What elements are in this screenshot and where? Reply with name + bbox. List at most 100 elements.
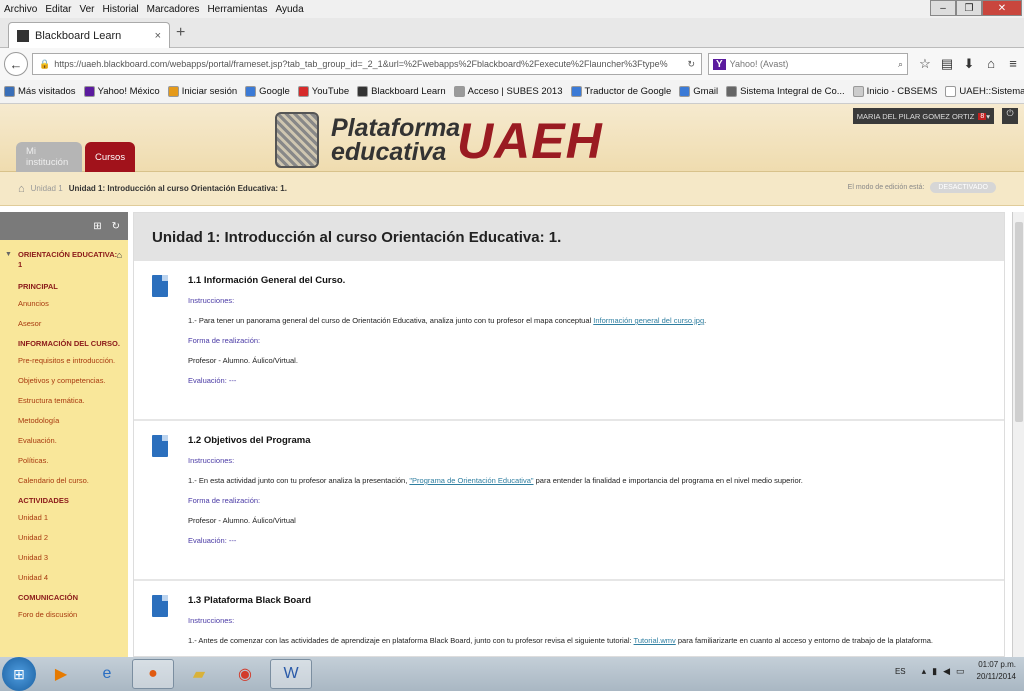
bookmark-favicon-icon bbox=[167, 86, 179, 97]
back-button[interactable]: ← bbox=[4, 52, 28, 76]
tray-arrow-icon[interactable]: ▴ bbox=[922, 666, 927, 677]
menu-ayuda[interactable]: Ayuda bbox=[275, 4, 303, 15]
bookmarks-bar: Más visitados Yahoo! México Iniciar sesión… bbox=[0, 80, 1024, 104]
bookmark-item[interactable]: UAEH::Sistema Institu... bbox=[945, 86, 1024, 97]
download-icon[interactable]: ⬇ bbox=[958, 56, 980, 72]
address-bar[interactable]: 🔒 https://uaeh.blackboard.com/webapps/po… bbox=[32, 53, 702, 75]
bookmark-item[interactable]: Acceso | SUBES 2013 bbox=[453, 86, 563, 97]
sidebar-item[interactable]: Unidad 2 bbox=[0, 533, 128, 543]
maximize-button[interactable]: ❐ bbox=[956, 0, 982, 16]
minimize-button[interactable]: – bbox=[930, 0, 956, 16]
sidebar-item[interactable]: Unidad 4 bbox=[0, 573, 128, 583]
refresh-icon[interactable]: ↻ bbox=[687, 59, 695, 70]
sidebar-item[interactable]: Unidad 3 bbox=[0, 553, 128, 563]
firefox-icon[interactable]: ● bbox=[132, 659, 174, 689]
collapse-arrow-icon[interactable]: ▼ bbox=[5, 250, 12, 260]
volume-icon[interactable]: ◀ bbox=[943, 666, 950, 677]
navigation-bar: ← 🔒 https://uaeh.blackboard.com/webapps/… bbox=[0, 48, 1024, 80]
battery-icon[interactable]: ▭ bbox=[956, 666, 965, 677]
logout-icon[interactable]: ⏻ bbox=[1002, 108, 1018, 124]
bookmark-item[interactable]: Más visitados bbox=[4, 86, 76, 97]
document-icon bbox=[152, 435, 168, 457]
menu-ver[interactable]: Ver bbox=[79, 4, 94, 15]
resource-link[interactable]: "Programa de Orientación Educativa" bbox=[409, 476, 533, 485]
edit-mode-toggle[interactable]: DESACTIVADO bbox=[930, 182, 996, 193]
page-title: Unidad 1: Introducción al curso Orientac… bbox=[134, 213, 1004, 261]
sidebar-item[interactable]: Evaluación. bbox=[0, 436, 128, 446]
menu-icon[interactable]: ≡ bbox=[1002, 56, 1024, 72]
menu-editar[interactable]: Editar bbox=[45, 4, 71, 15]
language-indicator[interactable]: ES bbox=[895, 667, 906, 676]
close-window-button[interactable]: ✕ bbox=[982, 0, 1022, 16]
tab-cursos[interactable]: Cursos bbox=[85, 142, 135, 172]
bookmark-item[interactable]: Blackboard Learn bbox=[357, 86, 446, 97]
course-name[interactable]: ▼ ORIENTACIÓN EDUCATIVA: 1 ⌂ bbox=[0, 240, 128, 272]
document-icon bbox=[152, 595, 168, 617]
file-explorer-icon[interactable]: ▰ bbox=[178, 659, 220, 689]
window-controls: – ❐ ✕ bbox=[930, 0, 1022, 16]
sidebar-item[interactable]: Calendario del curso. bbox=[0, 476, 128, 486]
sidebar-item[interactable]: Asesor bbox=[0, 319, 128, 329]
bookmark-item[interactable]: Iniciar sesión bbox=[167, 86, 238, 97]
bookmark-item[interactable]: Google bbox=[245, 86, 290, 97]
tab-mi-institucion[interactable]: Mi institución bbox=[16, 142, 82, 172]
refresh-menu-icon[interactable]: ↻ bbox=[112, 221, 120, 232]
bookmark-label: Iniciar sesión bbox=[181, 86, 238, 97]
bookmark-item[interactable]: YouTube bbox=[297, 86, 349, 97]
item-title[interactable]: 1.2 Objetivos del Programa bbox=[188, 435, 1004, 446]
start-button[interactable]: ⊞ bbox=[2, 657, 36, 691]
sidebar-item[interactable]: Anuncios bbox=[0, 299, 128, 309]
close-tab-icon[interactable]: × bbox=[155, 30, 161, 42]
breadcrumb-unidad1[interactable]: Unidad 1 bbox=[31, 184, 63, 193]
scrollbar[interactable] bbox=[1012, 212, 1024, 657]
bookmark-item[interactable]: Inicio - CBSEMS bbox=[852, 86, 937, 97]
sidebar-item[interactable]: Foro de discusión bbox=[0, 610, 128, 620]
bookmark-favicon-icon bbox=[679, 86, 691, 97]
form-label: Forma de realización: bbox=[188, 336, 261, 345]
notification-badge: 8 bbox=[978, 112, 987, 120]
menu-archivo[interactable]: Archivo bbox=[4, 4, 37, 15]
bookmark-item[interactable]: Gmail bbox=[679, 86, 718, 97]
item-title[interactable]: 1.1 Información General del Curso. bbox=[188, 275, 1004, 286]
scrollbar-thumb[interactable] bbox=[1015, 222, 1023, 422]
url-text: https://uaeh.blackboard.com/webapps/port… bbox=[54, 59, 668, 69]
media-player-icon[interactable]: ▶ bbox=[40, 659, 82, 689]
sidebar-item[interactable]: Estructura temática. bbox=[0, 396, 128, 406]
star-icon[interactable]: ☆ bbox=[914, 56, 936, 72]
bookmark-favicon-icon bbox=[83, 86, 95, 97]
search-icon[interactable]: ⌕ bbox=[898, 59, 903, 70]
sidebar-item[interactable]: Unidad 1 bbox=[0, 513, 128, 523]
clock[interactable]: 01:07 p.m. 20/11/2014 bbox=[977, 659, 1016, 683]
sidebar-item[interactable]: Objetivos y competencias. bbox=[0, 376, 128, 386]
menu-herramientas[interactable]: Herramientas bbox=[207, 4, 267, 15]
new-tab-icon[interactable]: + bbox=[176, 24, 185, 42]
clipboard-icon[interactable]: ▤ bbox=[936, 56, 958, 72]
menu-marcadores[interactable]: Marcadores bbox=[147, 4, 200, 15]
sidebar-item[interactable]: Pre-requisitos e introducción. bbox=[0, 356, 128, 366]
sidebar-section-header: INFORMACIÓN DEL CURSO. bbox=[18, 339, 120, 348]
bookmark-item[interactable]: Sistema Integral de Co... bbox=[726, 86, 845, 97]
sidebar-item[interactable]: Metodología bbox=[0, 416, 128, 426]
internet-explorer-icon[interactable]: e bbox=[86, 659, 128, 689]
network-icon[interactable]: ▮ bbox=[932, 666, 937, 677]
user-menu[interactable]: MARIA DEL PILAR GOMEZ ORTIZ 8 ▾ bbox=[852, 108, 994, 124]
content-item: 1.1 Información General del Curso. Instru… bbox=[134, 261, 1004, 421]
resource-link[interactable]: Tutorial.wmv bbox=[634, 636, 676, 645]
resource-link[interactable]: Información general del curso.jpg bbox=[593, 316, 704, 325]
home-icon[interactable]: ⌂ bbox=[980, 56, 1002, 72]
course-home-icon[interactable]: ⌂ bbox=[117, 250, 122, 260]
tab-blackboard[interactable]: Blackboard Learn × bbox=[8, 22, 170, 48]
instructions-label: Instrucciones: bbox=[188, 616, 235, 625]
sidebar-item[interactable]: Políticas. bbox=[0, 456, 128, 466]
bookmark-favicon-icon bbox=[357, 86, 369, 97]
bookmark-item[interactable]: Traductor de Google bbox=[570, 86, 671, 97]
word-icon[interactable]: W bbox=[270, 659, 312, 689]
chrome-icon[interactable]: ◉ bbox=[224, 659, 266, 689]
search-bar[interactable]: Y Yahoo! (Avast) ⌕ bbox=[708, 53, 908, 75]
course-menu-tools: ⊞ ↻ bbox=[0, 212, 128, 240]
home-icon[interactable]: ⌂ bbox=[18, 183, 25, 195]
folder-view-icon[interactable]: ⊞ bbox=[93, 221, 101, 232]
item-title[interactable]: 1.3 Plataforma Black Board bbox=[188, 595, 1004, 606]
menu-historial[interactable]: Historial bbox=[103, 4, 139, 15]
bookmark-item[interactable]: Yahoo! México bbox=[83, 86, 160, 97]
